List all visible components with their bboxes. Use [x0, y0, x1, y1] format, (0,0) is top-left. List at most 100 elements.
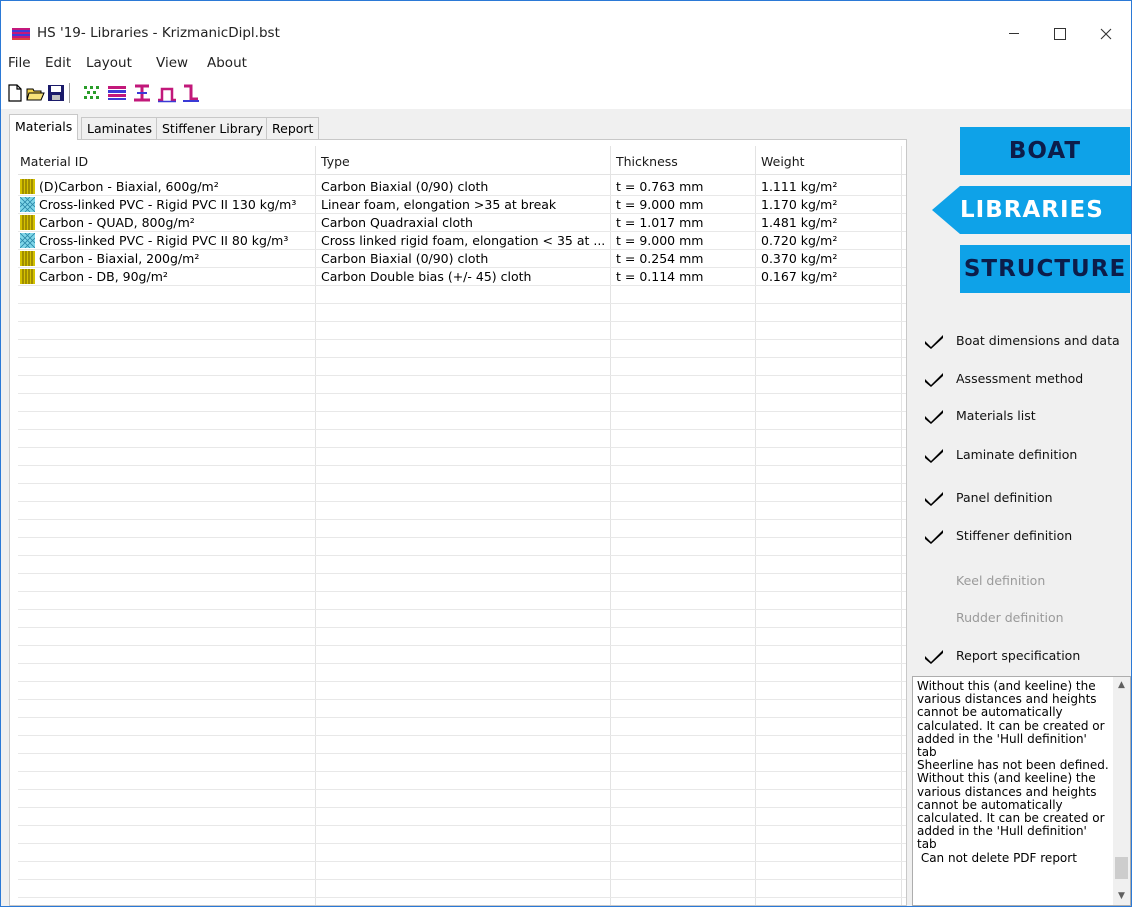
material-type-cell: Carbon Quadraxial cloth	[321, 215, 473, 230]
row-divider	[18, 555, 906, 556]
stiffener-top-hat-icon[interactable]	[157, 83, 177, 103]
material-thickness-cell: t = 9.000 mm	[616, 197, 704, 212]
new-file-icon[interactable]	[5, 83, 25, 103]
maximize-button[interactable]	[1037, 15, 1083, 51]
row-divider	[18, 699, 906, 700]
checkmark-icon	[925, 530, 943, 544]
row-divider	[18, 663, 906, 664]
tab-stiffener-library[interactable]: Stiffener Library	[156, 117, 270, 139]
row-divider	[18, 429, 906, 430]
material-weight-cell: 1.170 kg/m²	[761, 197, 838, 212]
material-thickness-cell: t = 1.017 mm	[616, 215, 704, 230]
material-type-cell: Carbon Biaxial (0/90) cloth	[321, 179, 489, 194]
scroll-down-icon[interactable]: ▼	[1113, 888, 1130, 905]
maximize-icon	[1054, 27, 1066, 40]
minimize-button[interactable]	[991, 15, 1037, 51]
row-divider	[18, 249, 906, 250]
column-header-type[interactable]: Type	[321, 154, 350, 169]
material-type-cell: Carbon Biaxial (0/90) cloth	[321, 251, 489, 266]
menu-about[interactable]: About	[207, 55, 247, 71]
row-divider	[18, 897, 906, 898]
row-divider	[18, 447, 906, 448]
carbon-fabric-icon	[20, 179, 35, 194]
checklist-label: Boat dimensions and data	[956, 333, 1120, 348]
table-row[interactable]: Cross-linked PVC - Rigid PVC II 130 kg/m…	[18, 196, 906, 214]
open-folder-icon[interactable]	[25, 83, 45, 103]
row-divider	[18, 843, 906, 844]
laminate-icon[interactable]	[107, 83, 127, 103]
material-weight-cell: 0.167 kg/m²	[761, 269, 838, 284]
menu-view[interactable]: View	[156, 55, 188, 71]
row-divider	[18, 807, 906, 808]
messages-scrollbar[interactable]: ▲ ▼	[1113, 677, 1130, 905]
row-divider	[18, 735, 906, 736]
messages-textbox[interactable]: Without this (and keeline) the various d…	[912, 676, 1131, 906]
row-divider	[18, 411, 906, 412]
tab-materials[interactable]: Materials	[9, 114, 79, 140]
title-bar[interactable]: HS '19- Libraries - KrizmanicDipl.bst	[1, 1, 1131, 51]
menu-layout[interactable]: Layout	[86, 55, 132, 71]
material-thickness-cell: t = 9.000 mm	[616, 233, 704, 248]
row-divider	[18, 213, 906, 214]
column-header-thickness[interactable]: Thickness	[616, 154, 678, 169]
material-thickness-cell: t = 0.763 mm	[616, 179, 704, 194]
row-divider	[18, 195, 906, 196]
table-row[interactable]: Carbon - DB, 90g/m² Carbon Double bias (…	[18, 268, 906, 286]
material-thickness-cell: t = 0.114 mm	[616, 269, 704, 284]
carbon-fabric-icon	[20, 269, 35, 284]
stiffener-i-icon[interactable]	[132, 83, 152, 103]
tab-report[interactable]: Report	[266, 117, 320, 139]
table-row[interactable]: (D)Carbon - Biaxial, 600g/m² Carbon Biax…	[18, 178, 906, 196]
material-type-cell: Cross linked rigid foam, elongation < 35…	[321, 233, 606, 248]
app-boat-icon	[12, 28, 30, 40]
row-divider	[18, 681, 906, 682]
menu-file[interactable]: File	[8, 55, 31, 71]
row-divider	[18, 573, 906, 574]
row-divider	[18, 537, 906, 538]
row-divider	[18, 753, 906, 754]
checkmark-icon	[925, 449, 943, 463]
tab-laminates[interactable]: Laminates	[81, 117, 158, 139]
row-divider	[18, 789, 906, 790]
close-button[interactable]	[1083, 15, 1129, 51]
column-header-material-id[interactable]: Material ID	[20, 154, 88, 169]
toolbar	[1, 75, 1131, 109]
table-row[interactable]: Carbon - Biaxial, 200g/m² Carbon Biaxial…	[18, 250, 906, 268]
table-row[interactable]: Carbon - QUAD, 800g/m² Carbon Quadraxial…	[18, 214, 906, 232]
material-weight-cell: 1.111 kg/m²	[761, 179, 838, 194]
checklist-label: Stiffener definition	[956, 528, 1073, 543]
row-divider	[18, 375, 906, 376]
row-divider	[18, 627, 906, 628]
boat-nav-button[interactable]: BOAT	[960, 127, 1130, 175]
row-divider	[18, 879, 906, 880]
libraries-nav-button[interactable]: LIBRARIES	[932, 186, 1131, 234]
checkmark-icon	[925, 373, 943, 387]
row-divider	[18, 339, 906, 340]
material-weight-cell: 0.370 kg/m²	[761, 251, 838, 266]
carbon-fabric-icon	[20, 251, 35, 266]
checklist-label: Assessment method	[956, 371, 1084, 386]
row-divider	[18, 393, 906, 394]
scroll-up-icon[interactable]: ▲	[1113, 677, 1130, 694]
save-disk-icon[interactable]	[46, 83, 66, 103]
row-divider	[18, 267, 906, 268]
messages-text: Without this (and keeline) the various d…	[917, 679, 1109, 865]
row-divider	[18, 645, 906, 646]
stiffener-angle-icon[interactable]	[181, 83, 201, 103]
window-title: HS '19- Libraries - KrizmanicDipl.bst	[37, 25, 280, 41]
checkmark-icon	[925, 650, 943, 664]
structure-nav-button[interactable]: STRUCTURE	[960, 245, 1130, 293]
column-header-weight[interactable]: Weight	[761, 154, 805, 169]
checkmark-icon	[925, 410, 943, 424]
table-row[interactable]: Cross-linked PVC - Rigid PVC II 80 kg/m³…	[18, 232, 906, 250]
scrollbar-thumb[interactable]	[1115, 857, 1128, 879]
row-divider	[18, 591, 906, 592]
materials-table[interactable]: Material ID Type Thickness Weight (D)Car…	[9, 139, 907, 906]
material-id-cell: Cross-linked PVC - Rigid PVC II 130 kg/m…	[39, 197, 297, 212]
menu-bar: File Edit Layout View About	[1, 51, 1131, 75]
materials-grid-icon[interactable]	[81, 83, 101, 103]
material-thickness-cell: t = 0.254 mm	[616, 251, 704, 266]
menu-edit[interactable]: Edit	[45, 55, 71, 71]
row-divider	[18, 771, 906, 772]
row-divider	[18, 231, 906, 232]
